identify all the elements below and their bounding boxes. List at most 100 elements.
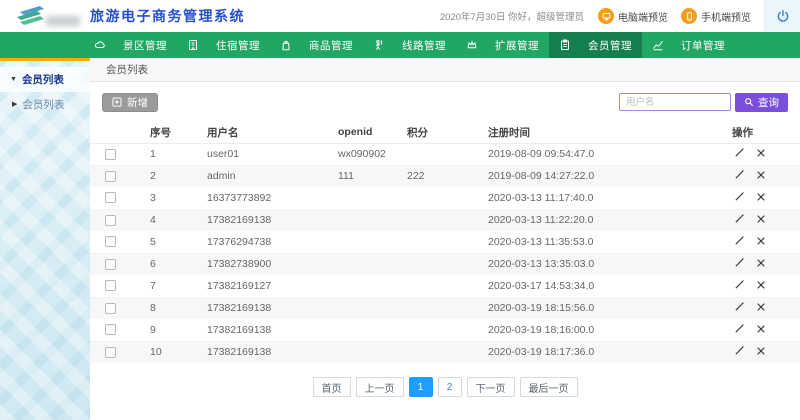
edit-icon[interactable] bbox=[732, 191, 746, 202]
pagination-page-1[interactable]: 1 bbox=[409, 377, 433, 397]
nav-label: 线路管理 bbox=[402, 38, 446, 53]
table-row: 3 16373773892 2020-03-13 11:17:40.0 bbox=[90, 187, 800, 209]
cell-openid bbox=[323, 187, 392, 209]
logout-button[interactable] bbox=[764, 0, 800, 32]
delete-icon[interactable] bbox=[754, 258, 768, 268]
row-checkbox[interactable] bbox=[105, 303, 116, 314]
cell-username: 17382169138 bbox=[192, 209, 323, 231]
cell-openid: 111 bbox=[323, 165, 392, 187]
cell-seq: 9 bbox=[135, 319, 192, 341]
edit-icon[interactable] bbox=[732, 345, 746, 356]
edit-icon[interactable] bbox=[732, 147, 746, 158]
goods-icon bbox=[280, 39, 292, 51]
table-row: 7 17382169127 2020-03-17 14:53:34.0 bbox=[90, 275, 800, 297]
date-greeting: 2020年7月30日 你好，超级管理员 bbox=[440, 9, 584, 23]
cell-points bbox=[392, 253, 473, 275]
row-checkbox[interactable] bbox=[105, 171, 116, 182]
delete-icon[interactable] bbox=[754, 346, 768, 356]
toolbar: 新增 查询 bbox=[90, 82, 800, 122]
pc-preview-label: 电脑端预览 bbox=[618, 9, 668, 24]
delete-icon[interactable] bbox=[754, 148, 768, 158]
row-checkbox[interactable] bbox=[105, 215, 116, 226]
mobile-preview-label: 手机端预览 bbox=[701, 9, 751, 24]
hotel-icon bbox=[187, 39, 199, 51]
breadcrumb: 会员列表 bbox=[90, 58, 800, 82]
edit-icon[interactable] bbox=[732, 213, 746, 224]
route-icon bbox=[373, 39, 385, 51]
add-button-label: 新增 bbox=[127, 95, 148, 110]
cell-seq: 7 bbox=[135, 275, 192, 297]
cell-points bbox=[392, 187, 473, 209]
row-checkbox[interactable] bbox=[105, 347, 116, 358]
row-checkbox[interactable] bbox=[105, 280, 116, 291]
nav-item-member[interactable]: 会员管理 bbox=[549, 32, 642, 58]
delete-icon[interactable] bbox=[754, 302, 768, 312]
delete-icon[interactable] bbox=[754, 280, 768, 290]
delete-icon[interactable] bbox=[754, 214, 768, 224]
row-checkbox[interactable] bbox=[105, 149, 116, 160]
cell-openid bbox=[323, 319, 392, 341]
nav-label: 订单管理 bbox=[681, 38, 725, 53]
cell-openid bbox=[323, 253, 392, 275]
cell-username: 16373773892 bbox=[192, 187, 323, 209]
nav-item-scenic[interactable]: 景区管理 bbox=[84, 32, 177, 58]
sidebar-item-member-list-group[interactable]: ▼ 会员列表 bbox=[0, 67, 90, 92]
edit-icon[interactable] bbox=[732, 257, 746, 268]
cell-seq: 10 bbox=[135, 341, 192, 363]
breadcrumb-title: 会员列表 bbox=[106, 62, 148, 77]
cell-seq: 5 bbox=[135, 231, 192, 253]
topbar: 旅游电子商务管理系统 2020年7月30日 你好，超级管理员 电脑端预览 手机端… bbox=[0, 0, 800, 32]
edit-icon[interactable] bbox=[732, 279, 746, 290]
username-search-input[interactable] bbox=[619, 93, 731, 111]
pc-preview-button[interactable]: 电脑端预览 bbox=[598, 8, 668, 24]
search-box: 查询 bbox=[619, 93, 788, 112]
cell-points bbox=[392, 319, 473, 341]
chevron-right-icon: ▶ bbox=[12, 100, 17, 108]
search-button[interactable]: 查询 bbox=[735, 93, 788, 112]
pagination-first[interactable]: 首页 bbox=[313, 377, 351, 397]
row-checkbox[interactable] bbox=[105, 324, 116, 335]
pagination-page-2[interactable]: 2 bbox=[438, 377, 462, 397]
nav-item-goods[interactable]: 商品管理 bbox=[270, 32, 363, 58]
company-logo bbox=[0, 0, 86, 32]
pagination-next[interactable]: 下一页 bbox=[467, 377, 515, 397]
row-checkbox[interactable] bbox=[105, 236, 116, 247]
nav-item-hotel[interactable]: 住宿管理 bbox=[177, 32, 270, 58]
sidebar-item-member-list[interactable]: ▶ 会员列表 bbox=[0, 92, 90, 116]
delete-icon[interactable] bbox=[754, 192, 768, 202]
table-header-row: 序号 用户名 openid 积分 注册时间 操作 bbox=[90, 122, 800, 143]
row-checkbox[interactable] bbox=[105, 192, 116, 203]
edit-icon[interactable] bbox=[732, 301, 746, 312]
table-row: 5 17376294738 2020-03-13 11:35:53.0 bbox=[90, 231, 800, 253]
add-button[interactable]: 新增 bbox=[102, 93, 158, 112]
sidebar-item-label: 会员列表 bbox=[22, 97, 64, 112]
mobile-preview-button[interactable]: 手机端预览 bbox=[681, 8, 751, 24]
cell-reg-time: 2020-03-19 18:17:36.0 bbox=[473, 341, 717, 363]
delete-icon[interactable] bbox=[754, 324, 768, 334]
nav-item-extension[interactable]: 扩展管理 bbox=[456, 32, 549, 58]
edit-icon[interactable] bbox=[732, 169, 746, 180]
cell-username: user01 bbox=[192, 143, 323, 165]
pagination-last[interactable]: 最后一页 bbox=[520, 377, 578, 397]
nav-item-route[interactable]: 线路管理 bbox=[363, 32, 456, 58]
table-row: 6 17382738900 2020-03-13 13:35:03.0 bbox=[90, 253, 800, 275]
cell-seq: 1 bbox=[135, 143, 192, 165]
delete-icon[interactable] bbox=[754, 236, 768, 246]
topbar-right: 2020年7月30日 你好，超级管理员 电脑端预览 手机端预览 bbox=[440, 0, 800, 32]
delete-icon[interactable] bbox=[754, 170, 768, 180]
nav-item-order[interactable]: 订单管理 bbox=[642, 32, 735, 58]
scenic-icon bbox=[94, 39, 106, 51]
row-checkbox[interactable] bbox=[105, 259, 116, 270]
search-button-label: 查询 bbox=[758, 95, 779, 110]
cell-username: 17382169138 bbox=[192, 297, 323, 319]
table-row: 8 17382169138 2020-03-19 18:15:56.0 bbox=[90, 297, 800, 319]
cell-points bbox=[392, 231, 473, 253]
cell-openid bbox=[323, 341, 392, 363]
cell-reg-time: 2020-03-17 14:53:34.0 bbox=[473, 275, 717, 297]
cell-points bbox=[392, 297, 473, 319]
pagination-prev[interactable]: 上一页 bbox=[356, 377, 404, 397]
phone-icon bbox=[681, 8, 697, 24]
edit-icon[interactable] bbox=[732, 323, 746, 334]
header-openid: openid bbox=[323, 122, 392, 143]
edit-icon[interactable] bbox=[732, 235, 746, 246]
